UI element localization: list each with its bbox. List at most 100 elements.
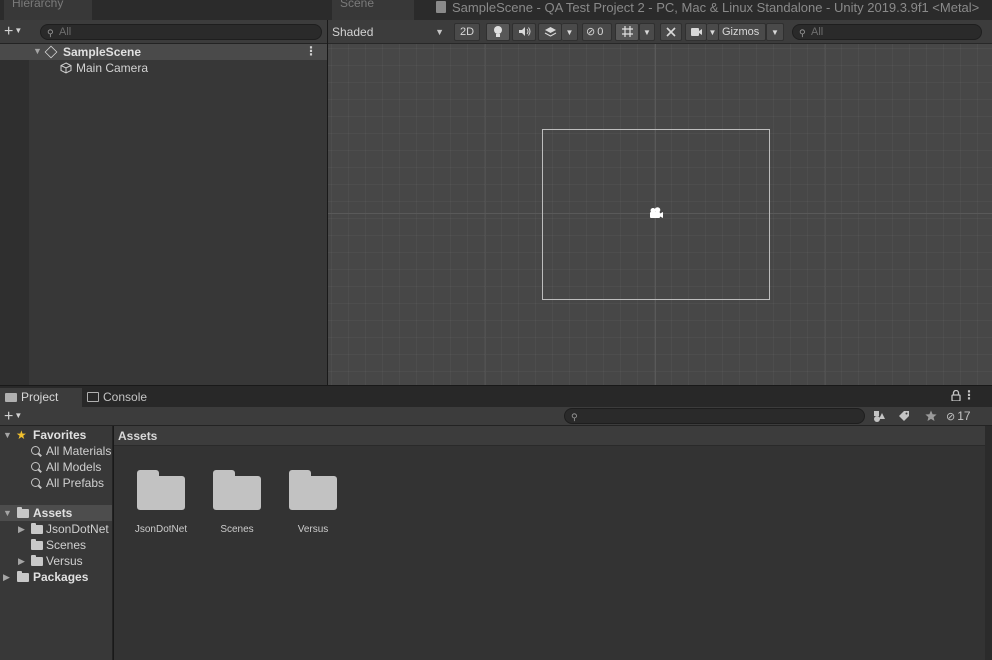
project-search-input[interactable]: ⚲ [564,408,865,424]
save-search-button[interactable] [920,407,942,425]
gizmos-button[interactable]: Gizmos [718,23,766,41]
breadcrumb-item[interactable]: Assets [118,429,157,443]
expand-triangle-icon[interactable]: ▼ [3,427,12,443]
hidden-packages-button[interactable]: ⊘ 17 [946,407,982,425]
tab-hierarchy[interactable]: Hierarchy [4,0,92,20]
caret-down-icon: ▼ [771,28,779,37]
gameobject-cube-icon [60,62,72,74]
expand-triangle-icon[interactable]: ▶ [18,553,25,569]
object-label: Main Camera [76,61,149,75]
favorite-all-prefabs[interactable]: All Prefabs [0,475,112,491]
tab-project[interactable]: Project [0,388,82,407]
scene-name: SampleScene [63,45,142,59]
hierarchy-item-main-camera[interactable]: Main Camera [0,60,327,76]
folder-open-icon [17,507,29,518]
title-bar: Hierarchy Scene SampleScene - QA Test Pr… [0,0,992,20]
tab-console[interactable]: Console [82,388,162,407]
lighting-toggle-button[interactable] [486,23,510,41]
folder-icon [17,571,29,582]
expand-triangle-icon[interactable]: ▼ [33,46,42,56]
grid-toggle-button[interactable] [615,23,639,41]
lock-icon[interactable] [951,390,961,401]
window-title-text: SampleScene - QA Test Project 2 - PC, Ma… [452,0,980,15]
asset-folder-scenes[interactable]: Scenes [205,470,269,540]
caret-down-icon: ▼ [643,28,651,37]
star-icon [925,410,937,421]
hierarchy-toolbar: +▼ ⚲ All [0,20,327,44]
grid-icon [621,26,633,37]
tree-item-assets[interactable]: ▼ Assets [0,505,112,521]
window-title: SampleScene - QA Test Project 2 - PC, Ma… [436,0,979,20]
asset-folder-versus[interactable]: Versus [281,470,345,540]
eye-slash-icon: ⊘ [586,26,596,38]
caret-down-icon: ▼ [565,28,574,37]
project-content: Assets JsonDotNet Scenes Versus [114,426,992,660]
favorite-all-models[interactable]: All Models [0,459,112,475]
search-placeholder: All [59,26,72,38]
asset-name: Versus [297,524,329,535]
expand-triangle-icon[interactable]: ▶ [3,569,10,585]
project-toolbar: +▼ ⚲ ⊘ 17 [0,407,992,426]
expand-triangle-icon[interactable]: ▼ [3,505,12,521]
tree-item-scenes[interactable]: Scenes [0,537,112,553]
scene-search-input[interactable]: ⚲ All [792,24,982,40]
search-icon: ⚲ [571,412,578,422]
lightbulb-icon [494,26,502,37]
create-asset-button[interactable]: +▼ [4,408,22,425]
hierarchy-search-input[interactable]: ⚲ All [40,24,322,40]
scene-panel: Shaded ▼ 2D ▼ ⊘ 0 ▼ ▼ Gizmos ▼ ⚲ All [328,20,992,385]
audio-toggle-button[interactable] [512,23,536,41]
asset-name: JsonDotNet [134,524,188,535]
star-icon: ★ [16,428,27,442]
hierarchy-gutter [0,44,29,385]
scene-viewport[interactable] [328,44,992,385]
shading-mode-dropdown[interactable]: Shaded ▼ [332,23,448,41]
camera-gizmo-icon[interactable] [648,207,664,219]
tree-item-label: Assets [33,506,73,520]
hidden-objects-button[interactable]: ⊘ 0 [582,23,612,41]
asset-name: Scenes [220,524,254,535]
folder-icon-body [137,476,185,510]
folder-icon [31,523,43,534]
effects-toggle-button[interactable] [538,23,562,41]
favorite-label: All Materials [46,444,112,458]
search-by-label-button[interactable] [894,407,916,425]
favorite-all-materials[interactable]: All Materials [0,443,112,459]
search-by-type-button[interactable] [869,407,891,425]
more-options-icon[interactable]: ⋮ [305,44,317,58]
tools-button[interactable] [660,23,682,41]
asset-folder-jsondotnet[interactable]: JsonDotNet [129,470,193,540]
favorite-label: All Models [46,460,102,474]
dropdown-arrow-icon: ▼ [435,27,444,37]
effects-dropdown-button[interactable]: ▼ [562,23,578,41]
tree-item-versus[interactable]: ▶ Versus [0,553,112,569]
folder-icon-body [213,476,261,510]
scrollbar[interactable] [985,426,992,660]
tab-scene[interactable]: Scene [332,0,414,20]
scene-toolbar: Shaded ▼ 2D ▼ ⊘ 0 ▼ ▼ Gizmos ▼ ⚲ All [328,20,992,44]
scene-row[interactable]: ▼ SampleScene ⋮ [0,44,327,60]
gizmos-dropdown-button[interactable]: ▼ [766,23,784,41]
favorites-header[interactable]: ▼ ★ Favorites [0,427,112,443]
grid-dropdown-button[interactable]: ▼ [639,23,655,41]
more-options-icon[interactable]: ⋮ [963,388,975,402]
search-icon [31,446,40,455]
folder-icon [31,539,43,550]
favorite-label: All Prefabs [46,476,105,490]
hierarchy-panel: +▼ ⚲ All ▼ SampleScene ⋮ Main Camera [0,20,327,385]
tree-item-label: Versus [46,554,83,568]
document-icon [436,1,446,13]
search-placeholder: All [811,26,824,38]
folder-icon [31,555,43,566]
2d-toggle-button[interactable]: 2D [454,23,480,41]
tools-icon [666,27,676,37]
create-button[interactable]: +▼ [4,23,22,40]
tree-item-label: Packages [33,570,89,584]
tree-item-packages[interactable]: ▶ Packages [0,569,112,585]
expand-triangle-icon[interactable]: ▶ [18,521,25,537]
folder-icon [5,393,17,402]
project-folder-tree: ▼ ★ Favorites All Materials All Models A… [0,426,113,660]
shading-mode-value: Shaded [332,25,374,39]
tree-item-jsondotnet[interactable]: ▶ JsonDotNet [0,521,112,537]
camera-settings-button[interactable] [685,23,707,41]
